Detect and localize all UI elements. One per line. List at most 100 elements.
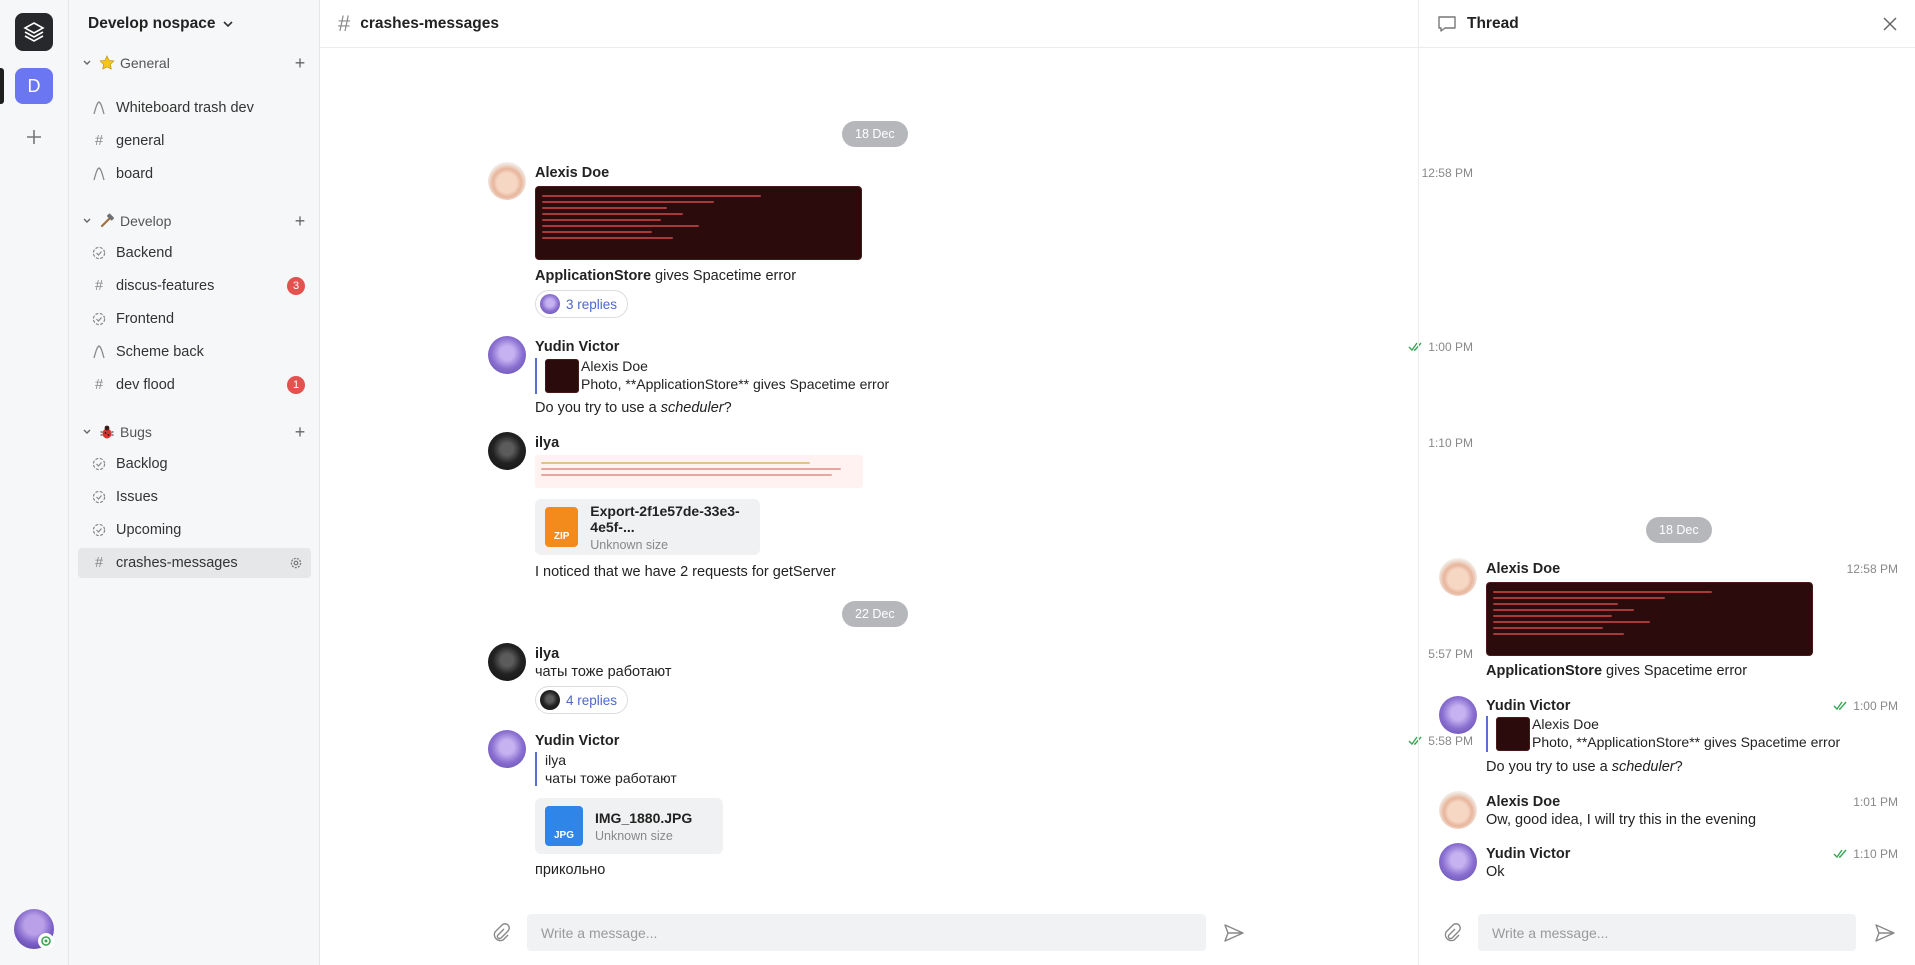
message-author[interactable]: Alexis Doe [535, 165, 609, 181]
quote-author: Alexis Doe [581, 358, 648, 374]
file-attachment[interactable]: JPG IMG_1880.JPG Unknown size [535, 798, 723, 854]
group-header-develop[interactable]: Develop + [78, 208, 311, 234]
chevron-down-icon [78, 58, 96, 68]
message-text-em: scheduler [660, 400, 724, 416]
sidebar-item-scheme-back[interactable]: Scheme back [78, 337, 311, 367]
message-text-post: ? [1674, 759, 1683, 775]
workspace-button[interactable]: D [15, 68, 53, 104]
app-logo-icon[interactable] [15, 13, 53, 51]
whiteboard-icon [88, 101, 110, 115]
workspace-header[interactable]: Develop nospace [69, 0, 319, 48]
message-text-pre: Do you try to use a [535, 400, 661, 416]
close-icon[interactable] [1877, 11, 1903, 37]
sidebar-item-upcoming[interactable]: Upcoming [78, 515, 311, 545]
message-time: 12:58 PM [1823, 562, 1898, 576]
sidebar-item-backend[interactable]: Backend [78, 238, 311, 268]
quote-text: Photo, **ApplicationStore** gives Spacet… [1532, 734, 1841, 750]
tracker-icon [88, 523, 110, 537]
sidebar-item-crashes-messages[interactable]: # crashes-messages [78, 548, 311, 578]
file-attachment[interactable]: ZIP Export-2f1e57de-33e3-4e5f-... Unknow… [535, 499, 760, 555]
avatar[interactable] [1439, 791, 1477, 829]
group-header-general[interactable]: General + [78, 50, 311, 76]
settings-gear-icon[interactable] [38, 933, 54, 949]
message-author[interactable]: Yudin Victor [535, 339, 619, 355]
avatar[interactable] [1439, 843, 1477, 881]
message-author[interactable]: Alexis Doe [1486, 561, 1560, 577]
avatar[interactable] [1439, 696, 1477, 734]
message-text-pre: Do you try to use a [1486, 759, 1612, 775]
message-text-post: ? [723, 400, 732, 416]
channel-view: # crashes-messages 18 Dec Alexis Doe 12:… [320, 0, 1473, 965]
error-screenshot-image[interactable] [535, 186, 862, 260]
attach-icon[interactable] [488, 920, 514, 946]
message-text-em: scheduler [1611, 759, 1675, 775]
avatar [540, 294, 560, 314]
channel-title: crashes-messages [360, 14, 499, 32]
avatar[interactable] [488, 643, 526, 681]
avatar [540, 690, 560, 710]
sidebar-item-label: Backend [116, 245, 173, 261]
avatar[interactable] [1439, 558, 1477, 596]
thread-message-input[interactable]: Write a message... [1478, 914, 1856, 951]
quoted-message[interactable]: Alexis Doe Photo, **ApplicationStore** g… [535, 358, 889, 394]
sidebar-item-backlog[interactable]: Backlog [78, 449, 311, 479]
sidebar-item-label: Upcoming [116, 522, 182, 538]
thread-panel: Thread 18 Dec Alexis Doe 12:58 PM Applic… [1418, 0, 1915, 965]
sidebar-item-board[interactable]: board [78, 159, 311, 189]
sidebar-item-whiteboard-trash-dev[interactable]: Whiteboard trash dev [78, 93, 311, 123]
message-text: прикольно [535, 862, 606, 878]
file-size: Unknown size [595, 828, 673, 843]
message-author[interactable]: Yudin Victor [1486, 846, 1570, 862]
message-author[interactable]: Yudin Victor [1486, 698, 1570, 714]
add-channel-button[interactable]: + [289, 422, 311, 443]
sidebar-item-discus-features[interactable]: # discus-features 3 [78, 271, 311, 301]
avatar[interactable] [488, 336, 526, 374]
tracker-icon [88, 312, 110, 326]
group-header-bugs[interactable]: Bugs + [78, 419, 311, 445]
replies-button[interactable]: 3 replies [535, 290, 629, 318]
date-separator: 18 Dec [842, 121, 908, 147]
sidebar-item-issues[interactable]: Issues [78, 482, 311, 512]
message-time-text: 1:10 PM [1853, 847, 1898, 861]
send-icon[interactable] [1872, 920, 1898, 946]
sidebar-item-frontend[interactable]: Frontend [78, 304, 311, 334]
attach-icon[interactable] [1439, 920, 1465, 946]
message-text-bold: ApplicationStore [535, 268, 652, 284]
sidebar-item-label: dev flood [116, 377, 175, 393]
workspace-name: Develop nospace [88, 15, 216, 32]
hash-icon: # [94, 555, 104, 571]
quoted-message[interactable]: ilya чаты тоже работают [535, 752, 677, 786]
unread-badge: 3 [287, 277, 305, 295]
read-check-icon [1833, 849, 1847, 859]
whiteboard-icon [88, 345, 110, 359]
avatar[interactable] [488, 162, 526, 200]
error-screenshot-image[interactable] [1486, 582, 1813, 656]
message-author[interactable]: ilya [535, 646, 559, 662]
quoted-message[interactable]: Alexis Doe Photo, **ApplicationStore** g… [1486, 716, 1840, 752]
sidebar-item-label: Frontend [116, 311, 175, 327]
channel-header: # crashes-messages [320, 0, 1418, 48]
avatar[interactable] [488, 730, 526, 768]
replies-count: 3 replies [566, 296, 618, 312]
message-author[interactable]: ilya [535, 435, 559, 451]
message-author[interactable]: Alexis Doe [1486, 794, 1560, 810]
send-icon[interactable] [1221, 920, 1247, 946]
group-name: Develop [120, 213, 172, 229]
message-author[interactable]: Yudin Victor [535, 733, 619, 749]
tracker-icon [88, 490, 110, 504]
warning-screenshot-image[interactable] [535, 455, 863, 488]
channel-settings-gear-icon[interactable] [287, 556, 305, 570]
avatar[interactable] [488, 432, 526, 470]
sidebar-item-label: Whiteboard trash dev [116, 100, 254, 116]
replies-button[interactable]: 4 replies [535, 686, 629, 714]
replies-count: 4 replies [566, 692, 618, 708]
sidebar-item-dev-flood[interactable]: # dev flood 1 [78, 370, 311, 400]
add-channel-button[interactable]: + [289, 211, 311, 232]
add-channel-button[interactable]: + [289, 53, 311, 74]
zip-file-icon: ZIP [545, 507, 579, 547]
add-workspace-button[interactable] [22, 125, 46, 149]
quoted-image-thumbnail [1496, 717, 1530, 751]
message-input[interactable]: Write a message... [527, 914, 1206, 951]
whiteboard-icon [88, 167, 110, 181]
sidebar-item-general[interactable]: # general [78, 126, 311, 156]
